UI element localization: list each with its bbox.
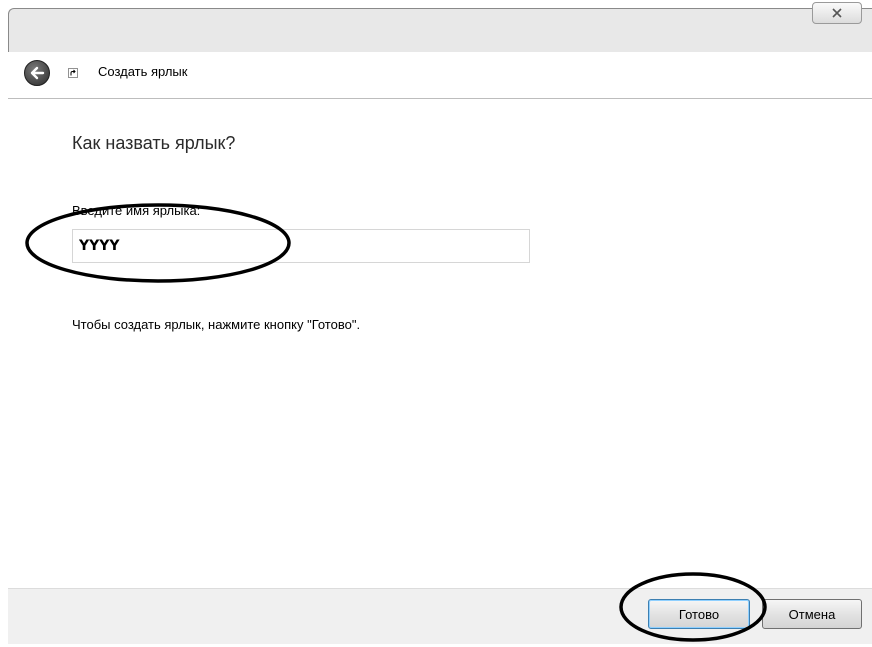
close-button[interactable]: [812, 2, 862, 24]
back-arrow-icon: [30, 66, 45, 80]
page-heading: Как назвать ярлык?: [72, 133, 236, 153]
cancel-button[interactable]: Отмена: [762, 599, 862, 629]
shortcut-name-label: Введите имя ярлыка:: [72, 203, 201, 218]
shortcut-icon: [68, 68, 78, 78]
hint-text: Чтобы создать ярлык, нажмите кнопку "Гот…: [72, 317, 361, 332]
dialog-title: Создать ярлык: [98, 64, 188, 79]
done-button[interactable]: Готово: [648, 599, 750, 629]
close-icon: [832, 8, 842, 18]
shortcut-name-input[interactable]: [72, 229, 530, 263]
content-area: [8, 98, 872, 588]
back-button[interactable]: [24, 60, 50, 86]
